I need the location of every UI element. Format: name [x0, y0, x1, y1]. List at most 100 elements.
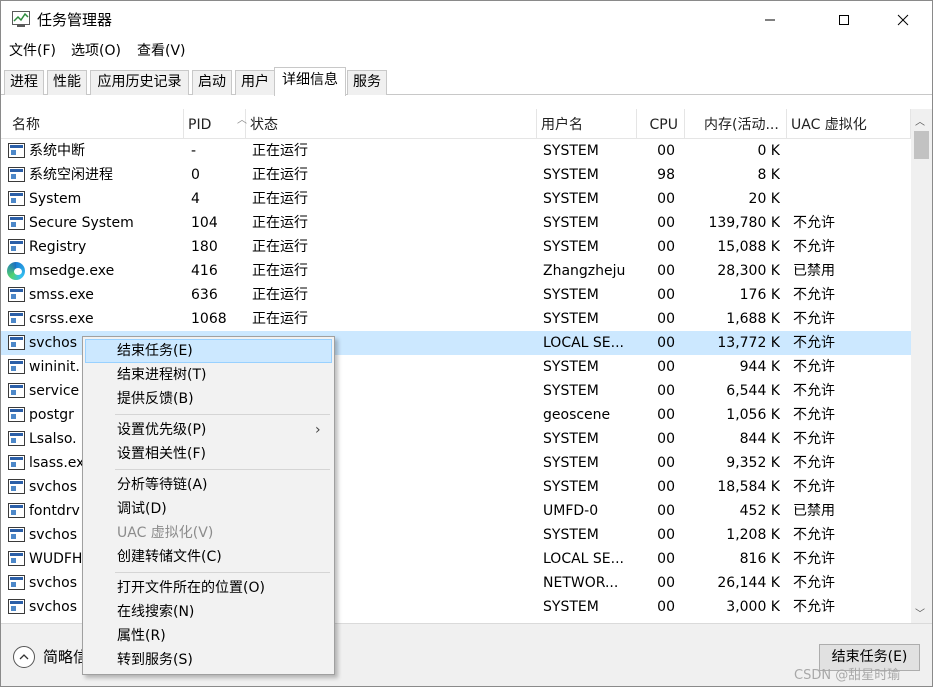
- process-cpu: 00: [657, 191, 675, 207]
- process-memory: 20 K: [748, 191, 780, 207]
- process-user: Zhangzheju: [543, 263, 626, 279]
- menu-view[interactable]: 查看(V): [137, 41, 186, 61]
- menu-bar: 文件(F) 选项(O) 查看(V): [1, 39, 932, 65]
- process-user: SYSTEM: [543, 167, 599, 183]
- tab-processes[interactable]: 进程: [4, 70, 44, 95]
- maximize-button[interactable]: [821, 1, 867, 39]
- menu-options[interactable]: 选项(O): [71, 41, 121, 61]
- process-status: 正在运行: [252, 239, 308, 255]
- context-menu-item: UAC 虚拟化(V): [85, 521, 332, 545]
- context-menu-item[interactable]: 转到服务(S): [85, 648, 332, 672]
- process-user: UMFD-0: [543, 503, 599, 519]
- process-user: SYSTEM: [543, 191, 599, 207]
- process-user: SYSTEM: [543, 215, 599, 231]
- column-header-memory[interactable]: 内存(活动...: [685, 109, 787, 139]
- process-cpu: 00: [657, 287, 675, 303]
- tab-services[interactable]: 服务: [347, 70, 387, 95]
- scrollbar-thumb[interactable]: [914, 131, 929, 159]
- process-cpu: 00: [657, 527, 675, 543]
- process-name: csrss.exe: [29, 311, 94, 327]
- process-uac: 不允许: [793, 551, 835, 567]
- title-bar[interactable]: 任务管理器: [1, 1, 932, 39]
- process-uac: [793, 187, 903, 211]
- process-window-icon: [8, 599, 25, 614]
- process-window-icon: [8, 359, 25, 374]
- process-status: 正在运行: [252, 311, 308, 327]
- process-uac: 已禁用: [793, 503, 835, 519]
- column-header-uac[interactable]: UAC 虚拟化: [787, 109, 911, 139]
- context-menu-item[interactable]: 提供反馈(B): [85, 387, 332, 411]
- collapse-chevron-icon[interactable]: [13, 646, 35, 668]
- context-menu-item[interactable]: 在线搜索(N): [85, 600, 332, 624]
- menu-file[interactable]: 文件(F): [9, 41, 56, 61]
- table-row[interactable]: Registry 180 正在运行 SYSTEM 00 15,088 K 不允许: [1, 235, 911, 259]
- context-menu-item[interactable]: 属性(R): [85, 624, 332, 648]
- context-menu-item[interactable]: 设置相关性(F): [85, 442, 332, 466]
- process-uac: 不允许: [793, 527, 835, 543]
- table-row[interactable]: 系统中断 - 正在运行 SYSTEM 00 0 K: [1, 139, 911, 163]
- process-user: SYSTEM: [543, 311, 599, 327]
- table-row[interactable]: csrss.exe 1068 正在运行 SYSTEM 00 1,688 K 不允许: [1, 307, 911, 331]
- process-cpu: 98: [657, 167, 675, 183]
- table-row[interactable]: Secure System 104 正在运行 SYSTEM 00 139,780 K 不允许: [1, 211, 911, 235]
- process-cpu: 00: [657, 479, 675, 495]
- watermark: CSDN @甜星时瑜: [794, 668, 901, 683]
- context-menu-item-label: 提供反馈(B): [117, 391, 194, 407]
- column-header-username[interactable]: 用户名: [537, 109, 637, 139]
- process-window-icon: [8, 287, 25, 302]
- process-window-icon: [8, 239, 25, 254]
- process-memory: 944 K: [739, 359, 780, 375]
- process-window-icon: [8, 311, 25, 326]
- column-header-status[interactable]: 状态: [246, 109, 537, 139]
- scroll-down-icon[interactable]: ﹀: [915, 605, 925, 620]
- context-menu-item[interactable]: 设置优先级(P) ›: [85, 418, 332, 442]
- process-window-icon: [8, 527, 25, 542]
- process-uac: 不允许: [793, 383, 835, 399]
- tab-app-history[interactable]: 应用历史记录: [90, 70, 189, 95]
- context-menu-item[interactable]: 结束进程树(T): [85, 363, 332, 387]
- process-status: 正在运行: [252, 287, 308, 303]
- process-uac: 不允许: [793, 311, 835, 327]
- process-uac: 不允许: [793, 359, 835, 375]
- context-menu-item[interactable]: 打开文件所在的位置(O): [85, 576, 332, 600]
- scroll-up-icon[interactable]: ︿: [915, 113, 925, 128]
- context-menu-item-label: 结束进程树(T): [117, 367, 207, 383]
- minimize-button[interactable]: [747, 1, 793, 39]
- process-pid: 4: [191, 191, 200, 207]
- process-user: SYSTEM: [543, 455, 599, 471]
- process-cpu: 00: [657, 383, 675, 399]
- process-user: LOCAL SE...: [543, 551, 625, 567]
- process-pid: 1068: [191, 311, 227, 327]
- process-cpu: 00: [657, 359, 675, 375]
- context-menu-item[interactable]: 调试(D): [85, 497, 332, 521]
- table-row[interactable]: msedge.exe 416 正在运行 Zhangzheju 00 28,300 K 已禁用: [1, 259, 911, 283]
- tab-users[interactable]: 用户: [235, 70, 275, 95]
- process-memory: 176 K: [739, 287, 780, 303]
- table-row[interactable]: System 4 正在运行 SYSTEM 00 20 K: [1, 187, 911, 211]
- tab-startup[interactable]: 启动: [192, 70, 232, 95]
- process-memory: 26,144 K: [717, 575, 780, 591]
- tab-performance[interactable]: 性能: [47, 70, 87, 95]
- table-row[interactable]: 系统空闲进程 0 正在运行 SYSTEM 98 8 K: [1, 163, 911, 187]
- process-window-icon: [8, 167, 25, 182]
- process-memory: 18,584 K: [717, 479, 780, 495]
- tab-details[interactable]: 详细信息: [274, 67, 346, 96]
- context-menu-item[interactable]: 结束任务(E): [85, 339, 332, 363]
- close-button[interactable]: [880, 1, 926, 39]
- process-uac: 不允许: [793, 599, 835, 615]
- vertical-scrollbar[interactable]: ︿ ﹀: [911, 109, 932, 623]
- process-user: SYSTEM: [543, 527, 599, 543]
- context-menu-item[interactable]: 创建转储文件(C): [85, 545, 332, 569]
- process-user: NETWOR...: [543, 575, 619, 591]
- process-window-icon: [8, 575, 25, 590]
- context-menu-item-label: 在线搜索(N): [117, 604, 195, 620]
- context-menu-item[interactable]: 分析等待链(A): [85, 473, 332, 497]
- process-status: 正在运行: [252, 143, 308, 159]
- column-header-name[interactable]: 名称: [1, 109, 184, 139]
- table-row[interactable]: smss.exe 636 正在运行 SYSTEM 00 176 K 不允许: [1, 283, 911, 307]
- process-uac: 不允许: [793, 431, 835, 447]
- process-status: 正在运行: [252, 263, 308, 279]
- task-manager-window: 任务管理器 文件(F) 选项(O) 查看(V) 进程 性能 应用历史记录 启动 …: [0, 0, 933, 687]
- column-header-cpu[interactable]: CPU: [637, 109, 685, 139]
- process-window-icon: [8, 335, 25, 350]
